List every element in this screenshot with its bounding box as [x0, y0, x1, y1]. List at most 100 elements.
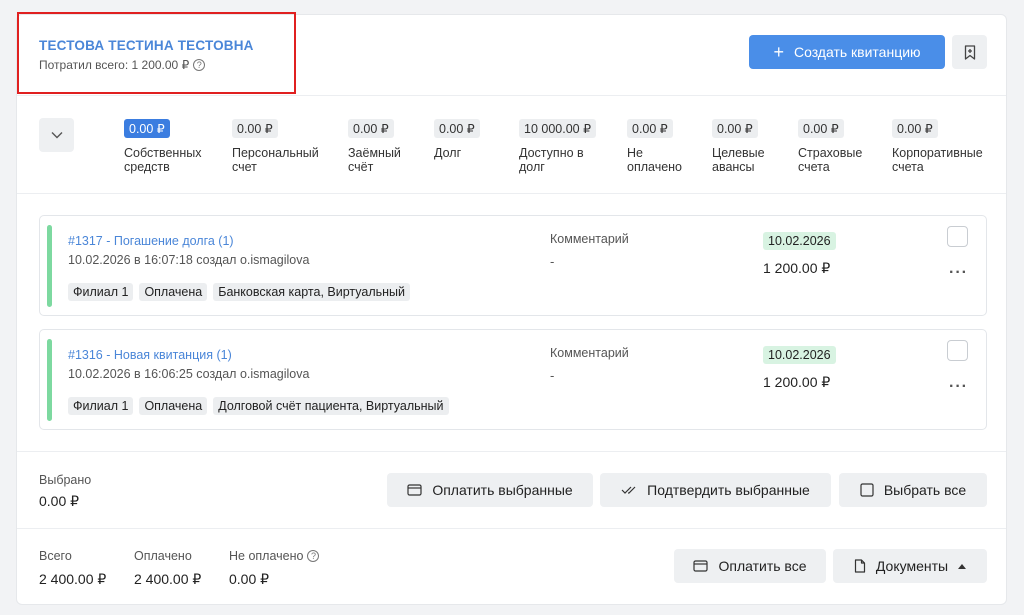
balance-unpaid: 0.00 ₽ Не оплачено [627, 119, 699, 174]
total-value: 2 400.00 ₽ [39, 571, 107, 587]
date-badge: 10.02.2026 [763, 346, 836, 364]
receipt-meta: 10.02.2026 в 16:06:25 создал o.ismagilov… [68, 367, 310, 381]
bookmark-button[interactable] [952, 35, 987, 69]
balance-label: Страховые счета [798, 146, 863, 174]
balance-amount: 0.00 ₽ [892, 119, 938, 138]
highlight-annotation-box [17, 12, 296, 94]
plus-icon: + [773, 42, 784, 62]
double-check-icon [621, 486, 636, 494]
balance-available-credit: 10 000.00 ₽ Доступно в долг [519, 119, 609, 174]
receipt-card[interactable]: #1317 - Погашение долга (1) 10.02.2026 в… [39, 215, 987, 316]
balance-amount: 0.00 ₽ [798, 119, 844, 138]
pay-selected-label: Оплатить выбранные [432, 482, 573, 498]
balance-personal-account: 0.00 ₽ Персональный счет [232, 119, 332, 174]
balance-debt: 0.00 ₽ Долг [434, 119, 504, 160]
selection-bar: Выбрано 0.00 ₽ Оплатить выбранные Подтве… [17, 451, 1006, 529]
comment-label: Комментарий [550, 346, 629, 360]
total-label: Всего [39, 549, 72, 563]
select-checkbox[interactable] [947, 340, 968, 361]
status-stripe [47, 225, 52, 307]
paid-value: 2 400.00 ₽ [134, 571, 202, 587]
balance-label: Заёмный счёт [348, 146, 401, 174]
documents-dropdown-button[interactable]: Документы [833, 549, 987, 583]
tag-branch: Филиал 1 [68, 397, 134, 415]
receipt-sum: 1 200.00 ₽ [763, 374, 831, 390]
balance-label: Собственных средств [124, 146, 202, 174]
balance-label: Персональный счет [232, 146, 319, 174]
bookmark-plus-icon [964, 44, 975, 60]
receipt-title-link[interactable]: #1317 - Погашение долга (1) [68, 234, 234, 248]
select-all-button[interactable]: Выбрать все [839, 473, 987, 507]
receipt-tags: Филиал 1 Оплачена Банковская карта, Вирт… [68, 283, 410, 301]
balance-amount: 0.00 ₽ [232, 119, 278, 138]
balance-insurance-accounts: 0.00 ₽ Страховые счета [798, 119, 878, 174]
selected-value: 0.00 ₽ [39, 493, 80, 509]
balance-amount: 0.00 ₽ [348, 119, 394, 138]
receipt-meta: 10.02.2026 в 16:07:18 создал o.ismagilov… [68, 253, 310, 267]
balance-own-funds: 0.00 ₽ Собственных средств [124, 119, 219, 174]
collapse-button[interactable] [39, 118, 74, 152]
total-spent-text: Потратил всего: 1 200.00 ₽ [39, 58, 190, 72]
tag-payment-method: Долговой счёт пациента, Виртуальный [213, 397, 449, 415]
patient-receipts-card: ТЕСТОВА ТЕСТИНА ТЕСТОВНА Потратил всего:… [16, 12, 1007, 605]
balance-loan-account: 0.00 ₽ Заёмный счёт [348, 119, 418, 174]
tag-status: Оплачена [139, 397, 208, 415]
balance-label: Доступно в долг [519, 146, 584, 174]
tag-payment-method: Банковская карта, Виртуальный [213, 283, 410, 301]
status-stripe [47, 339, 52, 421]
balance-label: Не оплачено [627, 146, 683, 174]
chevron-down-icon [51, 132, 62, 139]
comment-label: Комментарий [550, 232, 629, 246]
more-options-icon[interactable]: ··· [949, 264, 968, 282]
confirm-selected-label: Подтвердить выбранные [647, 482, 810, 498]
tag-branch: Филиал 1 [68, 283, 134, 301]
total-spent: Потратил всего: 1 200.00 ₽ ? [39, 58, 206, 72]
balance-amount: 0.00 ₽ [712, 119, 758, 138]
pay-all-label: Оплатить все [718, 558, 807, 574]
pay-all-button[interactable]: Оплатить все [674, 549, 826, 583]
balance-amount: 0.00 ₽ [124, 119, 170, 138]
unpaid-value: 0.00 ₽ [229, 571, 270, 587]
more-options-icon[interactable]: ··· [949, 378, 968, 396]
document-icon [854, 559, 866, 573]
help-icon[interactable]: ? [193, 59, 206, 71]
unpaid-label-row: Не оплачено ? [229, 549, 320, 563]
total-block: Всего 2 400.00 ₽ [39, 549, 106, 588]
balance-corporate-accounts: 0.00 ₽ Корпоративные счета [892, 119, 1002, 174]
create-receipt-button[interactable]: + Создать квитанцию [749, 35, 945, 69]
receipt-title-link[interactable]: #1316 - Новая квитанция (1) [68, 348, 232, 362]
unpaid-label: Не оплачено [229, 549, 304, 563]
balance-amount: 0.00 ₽ [434, 119, 480, 138]
balance-amount: 0.00 ₽ [627, 119, 673, 138]
balance-label: Долг [434, 146, 462, 160]
receipt-card[interactable]: #1316 - Новая квитанция (1) 10.02.2026 в… [39, 329, 987, 430]
card-icon [693, 560, 709, 572]
balance-target-advances: 0.00 ₽ Целевые авансы [712, 119, 784, 174]
selected-label: Выбрано [39, 473, 92, 487]
comment-value: - [550, 368, 555, 383]
balance-label: Корпоративные счета [892, 146, 983, 174]
patient-name[interactable]: ТЕСТОВА ТЕСТИНА ТЕСТОВНА [39, 38, 254, 53]
select-all-label: Выбрать все [883, 482, 967, 498]
confirm-selected-button[interactable]: Подтвердить выбранные [600, 473, 831, 507]
unpaid-block: Не оплачено ? 0.00 ₽ [229, 549, 320, 588]
checkbox-icon [860, 483, 874, 497]
help-icon[interactable]: ? [307, 550, 320, 562]
paid-label: Оплачено [134, 549, 192, 563]
balance-amount: 10 000.00 ₽ [519, 119, 597, 138]
select-checkbox[interactable] [947, 226, 968, 247]
balance-label: Целевые авансы [712, 146, 765, 174]
balances-panel: 0.00 ₽ Собственных средств 0.00 ₽ Персон… [17, 96, 1006, 194]
documents-label: Документы [875, 558, 949, 574]
receipt-sum: 1 200.00 ₽ [763, 260, 831, 276]
card-icon [407, 484, 422, 496]
patient-header: ТЕСТОВА ТЕСТИНА ТЕСТОВНА Потратил всего:… [17, 12, 1006, 96]
date-badge: 10.02.2026 [763, 232, 836, 250]
pay-selected-button[interactable]: Оплатить выбранные [387, 473, 593, 507]
caret-up-icon [958, 563, 967, 569]
tag-status: Оплачена [139, 283, 208, 301]
receipt-tags: Филиал 1 Оплачена Долговой счёт пациента… [68, 397, 449, 415]
create-receipt-label: Создать квитанцию [793, 44, 921, 60]
comment-value: - [550, 254, 555, 269]
paid-block: Оплачено 2 400.00 ₽ [134, 549, 201, 588]
